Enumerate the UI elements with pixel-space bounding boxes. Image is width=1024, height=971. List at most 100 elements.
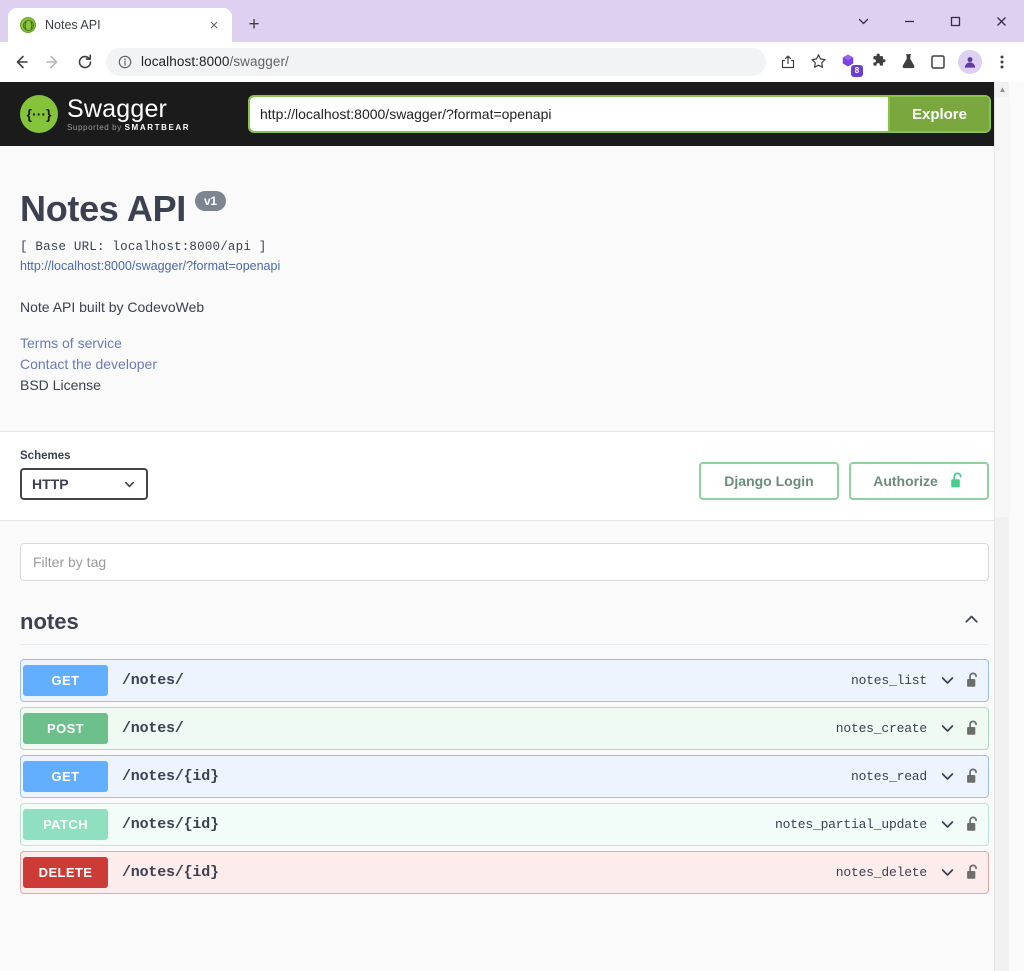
swagger-logo-icon: {···} [20,95,58,133]
api-info-block: Notes API v1 [ Base URL: localhost:8000/… [0,146,1009,431]
tab-close-icon[interactable]: × [204,15,224,35]
page-title: Notes API v1 [20,188,989,230]
square-icon[interactable] [924,48,952,76]
minimize-icon[interactable] [886,0,932,42]
share-icon[interactable] [774,48,802,76]
swagger-topbar: {···} Swagger Supported by SMARTBEAR Exp… [0,82,1009,146]
close-icon[interactable] [978,0,1024,42]
api-description: Note API built by CodevoWeb [20,299,989,315]
api-base-url: [ Base URL: localhost:8000/api ] [20,240,989,254]
tag-section-notes: notes GET/notes/notes_list POST/notes/not… [20,609,989,894]
operation-path: /notes/{id} [122,816,219,833]
unlock-icon[interactable] [966,816,980,833]
unlock-icon[interactable] [966,768,980,785]
terms-of-service-link[interactable]: Terms of service [20,335,989,351]
schemes-select[interactable]: HTTP [20,468,148,500]
spec-url-form: Explore [250,97,989,131]
operation-id: notes_read [851,769,927,784]
chevron-down-icon[interactable] [939,768,956,785]
tag-name: notes [20,609,79,635]
operation-id: notes_create [836,721,927,736]
chevron-down-icon[interactable] [939,864,956,881]
browser-window: Notes API × + [0,0,1024,971]
extension-badge-icon[interactable]: 8 [834,48,862,76]
address-bar[interactable]: localhost:8000/swagger/ [106,48,766,76]
swagger-ui-page: {···} Swagger Supported by SMARTBEAR Exp… [0,82,1009,971]
django-login-button[interactable]: Django Login [699,462,839,500]
reload-icon[interactable] [70,47,100,77]
swagger-favicon-icon [20,17,36,33]
operation-row-notes_partial_update[interactable]: PATCH/notes/{id}notes_partial_update [20,803,989,846]
swagger-logo-subtitle: Supported by SMARTBEAR [67,123,190,132]
authorize-label: Authorize [873,473,938,489]
operation-method-badge: GET [23,761,108,792]
unlock-icon[interactable] [966,720,980,737]
operation-path: /notes/ [122,672,184,689]
operation-path: /notes/{id} [122,864,219,881]
operation-method-badge: GET [23,665,108,696]
swagger-logo-text: Swagger Supported by SMARTBEAR [67,96,190,132]
swagger-logo[interactable]: {···} Swagger Supported by SMARTBEAR [20,95,250,133]
api-title-text: Notes API [20,188,186,230]
license-label: BSD License [20,377,101,393]
api-version-badge: v1 [195,191,226,211]
address-bar-host: localhost:8000 [141,54,229,69]
schemes-label: Schemes [20,450,148,462]
operation-row-notes_create[interactable]: POST/notes/notes_create [20,707,989,750]
auth-buttons: Django Login Authorize [699,462,989,500]
maximize-icon[interactable] [932,0,978,42]
site-info-icon[interactable] [118,55,132,69]
browser-tab[interactable]: Notes API × [8,8,232,42]
forward-arrow-icon[interactable] [38,47,68,77]
scrollbar-thumb[interactable] [995,97,1010,517]
tab-search-icon[interactable] [840,0,886,42]
swagger-logo-name: Swagger [67,96,190,122]
operation-id: notes_list [851,673,927,688]
operation-row-notes_list[interactable]: GET/notes/notes_list [20,659,989,702]
chevron-down-icon [123,478,136,491]
address-bar-path: /swagger/ [229,54,288,69]
smartbear-label: SMARTBEAR [125,123,191,132]
unlock-icon[interactable] [966,864,980,881]
operation-row-notes_delete[interactable]: DELETE/notes/{id}notes_delete [20,851,989,894]
three-dot-menu-icon[interactable] [988,48,1016,76]
supported-by-label: Supported by [67,123,122,132]
chevron-down-icon[interactable] [939,720,956,737]
unlock-icon [950,472,965,490]
operation-method-badge: DELETE [23,857,108,888]
spec-url-input[interactable] [250,97,890,131]
star-icon[interactable] [804,48,832,76]
chevron-down-icon[interactable] [939,816,956,833]
contact-developer-link[interactable]: Contact the developer [20,356,989,372]
api-spec-link[interactable]: http://localhost:8000/swagger/?format=op… [20,259,989,273]
page-scrollbar[interactable]: ▲ [994,82,1009,971]
operation-path: /notes/ [122,720,184,737]
explore-button[interactable]: Explore [890,97,989,131]
operation-path: /notes/{id} [122,768,219,785]
operation-method-badge: POST [23,713,108,744]
back-arrow-icon[interactable] [6,47,36,77]
puzzle-piece-icon[interactable] [864,48,892,76]
chevron-down-icon[interactable] [939,672,956,689]
chevron-up-icon[interactable] [962,610,989,634]
schemes-selected-value: HTTP [32,476,69,492]
new-tab-button[interactable]: + [238,8,270,40]
unlock-icon[interactable] [966,672,980,689]
window-controls [840,0,1024,42]
operation-method-badge: PATCH [23,809,108,840]
schemes-group: Schemes HTTP [20,450,148,500]
schemes-and-auth-bar: Schemes HTTP Django Login Authorize [0,431,1009,521]
scrollbar-up-arrow[interactable]: ▲ [995,82,1010,97]
authorize-button[interactable]: Authorize [849,462,989,500]
django-login-label: Django Login [724,473,813,489]
operations-area: notes GET/notes/notes_list POST/notes/not… [0,521,1009,894]
operation-row-notes_read[interactable]: GET/notes/{id} notes_read [20,755,989,798]
tag-header[interactable]: notes [20,609,989,645]
filter-by-tag-input[interactable] [20,543,989,581]
tab-strip: Notes API × + [0,0,270,42]
profile-avatar-icon[interactable] [958,50,982,74]
flask-icon[interactable] [894,48,922,76]
address-bar-text: localhost:8000/swagger/ [141,54,289,69]
tab-title: Notes API [45,18,195,32]
operations-list: GET/notes/notes_list POST/notes/notes_cre… [20,659,989,894]
